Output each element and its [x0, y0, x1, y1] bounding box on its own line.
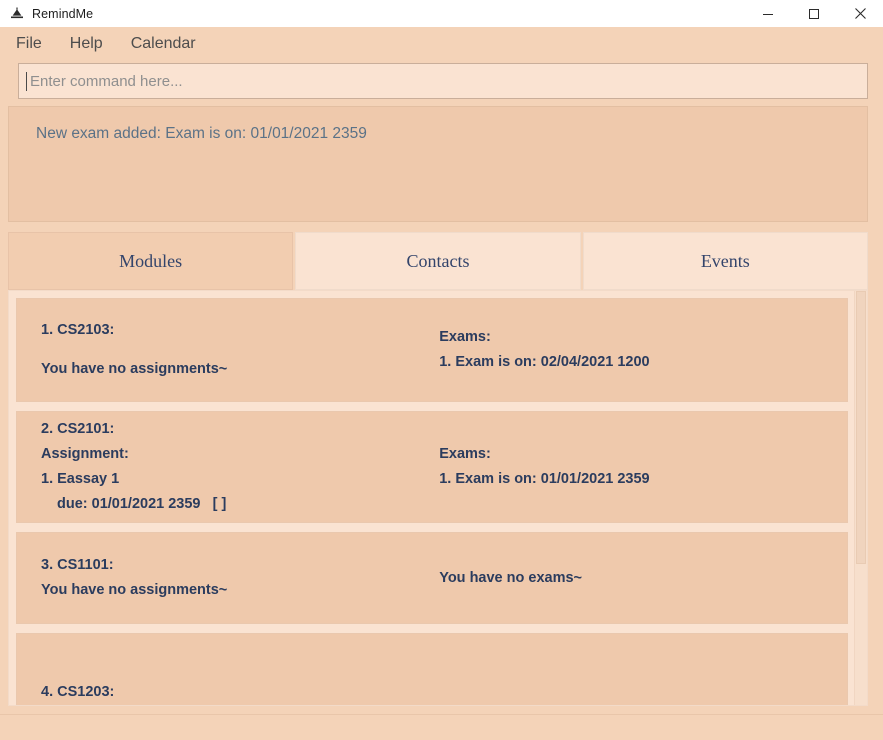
module-assignments-column: 3. CS1101: You have no assignments~	[41, 553, 419, 603]
window-controls	[745, 0, 883, 27]
module-title: 4. CS1203:	[41, 683, 115, 700]
module-card[interactable]: 4. CS1203:	[16, 633, 848, 705]
tab-bar: Modules Contacts Events	[0, 222, 883, 290]
module-assignments-heading: Assignment:	[41, 446, 129, 463]
module-list-area: 1. CS2103: You have no assignments~ Exam…	[0, 290, 883, 714]
scrollbar-thumb[interactable]	[856, 291, 866, 565]
title-bar: RemindMe	[0, 0, 883, 27]
menu-item-file[interactable]: File	[13, 33, 45, 55]
module-title: 3. CS1101:	[41, 557, 114, 574]
window-title: RemindMe	[32, 6, 94, 21]
close-button[interactable]	[837, 0, 883, 27]
module-list-scrollbar[interactable]	[854, 291, 867, 705]
module-assignment-due-row: due: 01/01/2021 2359 [ ]	[41, 492, 419, 517]
module-list-panel: 1. CS2103: You have no assignments~ Exam…	[8, 290, 868, 706]
tab-events[interactable]: Events	[582, 232, 868, 290]
app-icon	[9, 6, 25, 22]
module-assignments-empty: You have no assignments~	[41, 582, 228, 598]
title-bar-left: RemindMe	[0, 6, 93, 22]
status-bar	[0, 714, 883, 740]
menu-bar: File Help Calendar	[0, 27, 883, 60]
module-card[interactable]: 2. CS2101: Assignment: 1. Eassay 1 due: …	[16, 411, 848, 523]
menu-item-calendar[interactable]: Calendar	[128, 33, 199, 55]
result-message: New exam added: Exam is on: 01/01/2021 2…	[36, 125, 367, 142]
module-assignments-column: 2. CS2101: Assignment: 1. Eassay 1 due: …	[41, 417, 419, 517]
module-assignment-status[interactable]: [ ]	[213, 496, 227, 512]
module-exams-heading: Exams:	[439, 446, 491, 463]
module-exams-column: Exams: 1. Exam is on: 01/01/2021 2359	[419, 442, 829, 492]
module-exams-empty: You have no exams~	[439, 569, 583, 586]
module-list-scroll[interactable]: 1. CS2103: You have no assignments~ Exam…	[9, 291, 854, 705]
module-exam-item: 1. Exam is on: 01/01/2021 2359	[439, 471, 650, 487]
module-assignment-due: due: 01/01/2021 2359	[57, 495, 201, 512]
command-input[interactable]	[30, 64, 867, 98]
module-card[interactable]: 3. CS1101: You have no assignments~ You …	[16, 532, 848, 624]
result-display-box: New exam added: Exam is on: 01/01/2021 2…	[8, 106, 868, 222]
module-exam-item: 1. Exam is on: 02/04/2021 1200	[439, 354, 650, 370]
module-assignments-empty: You have no assignments~	[41, 361, 228, 377]
module-exams-heading: Exams:	[439, 329, 491, 346]
tab-contacts[interactable]: Contacts	[295, 232, 581, 290]
module-assignment-name: 1. Eassay 1	[41, 471, 120, 487]
maximize-button[interactable]	[791, 0, 837, 27]
module-assignments-column: 1. CS2103: You have no assignments~	[41, 318, 419, 382]
tab-modules[interactable]: Modules	[8, 232, 294, 290]
command-box[interactable]	[18, 63, 868, 99]
module-title: 1. CS2103:	[41, 322, 115, 339]
module-title: 2. CS2101:	[41, 421, 115, 438]
minimize-button[interactable]	[745, 0, 791, 27]
menu-item-help[interactable]: Help	[67, 33, 106, 55]
module-exams-column: You have no exams~	[419, 566, 829, 591]
command-bar	[0, 60, 883, 102]
text-caret	[26, 71, 27, 91]
application-window: RemindMe File Help Calendar Enter comman…	[0, 0, 883, 740]
result-area: New exam added: Exam is on: 01/01/2021 2…	[0, 102, 883, 222]
module-exams-column: Exams: 1. Exam is on: 02/04/2021 1200	[419, 325, 829, 375]
module-card[interactable]: 1. CS2103: You have no assignments~ Exam…	[16, 298, 848, 402]
module-assignments-column: 4. CS1203:	[41, 666, 419, 705]
